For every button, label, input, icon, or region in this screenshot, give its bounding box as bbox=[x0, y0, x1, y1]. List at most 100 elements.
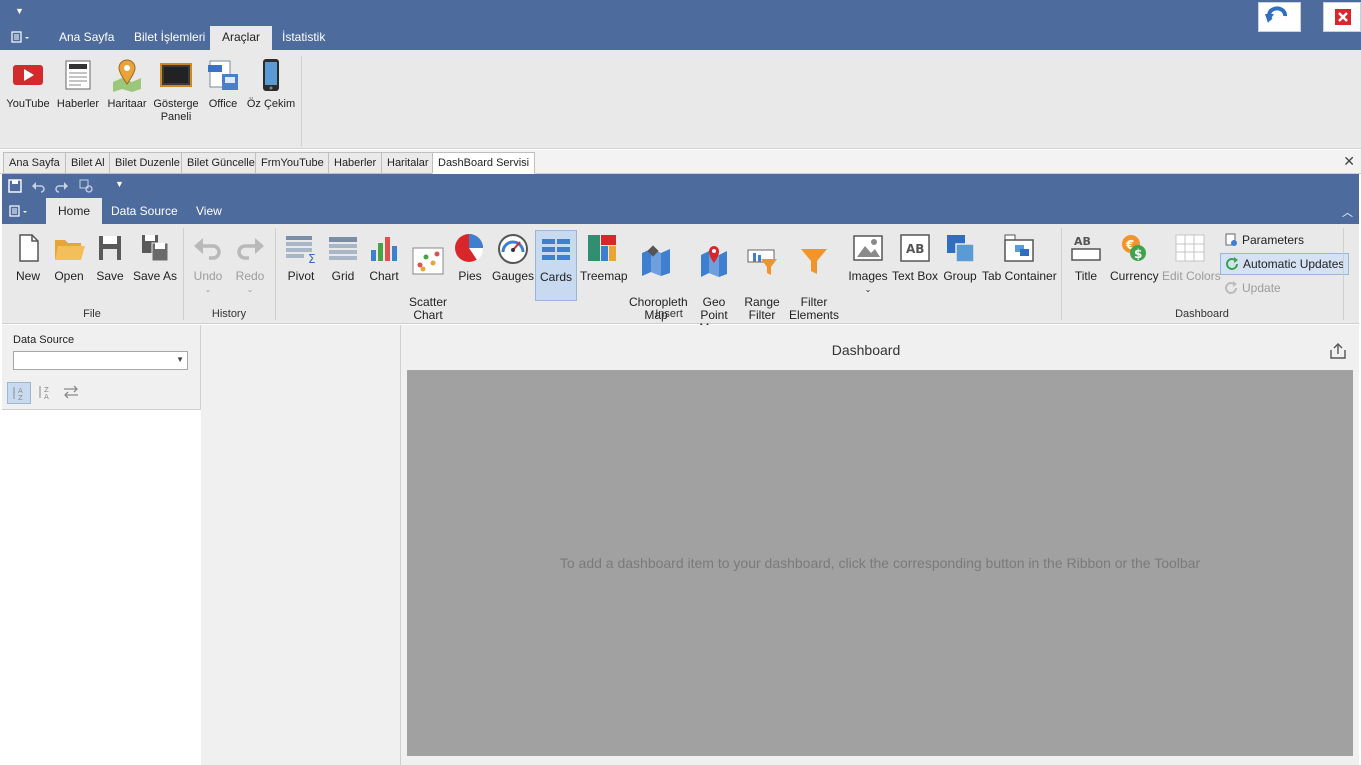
doc-tab-frmyoutube[interactable]: FrmYouTube bbox=[255, 152, 330, 174]
haritaar-button[interactable]: Haritaar bbox=[104, 58, 150, 111]
update-button[interactable]: Update bbox=[1220, 278, 1285, 300]
title-button[interactable]: AB Title bbox=[1068, 232, 1104, 283]
news-icon bbox=[65, 60, 91, 90]
pies-button[interactable]: Pies bbox=[453, 232, 487, 283]
group-button[interactable]: Group bbox=[942, 232, 978, 283]
dashboard-canvas[interactable]: To add a dashboard item to your dashboar… bbox=[407, 370, 1353, 756]
sort-descending-button[interactable]: ZA bbox=[33, 382, 57, 404]
tab-bilet-islemleri[interactable]: Bilet İşlemleri bbox=[122, 26, 217, 50]
currency-button[interactable]: € $ Currency bbox=[1110, 232, 1159, 283]
treemap-button[interactable]: Treemap bbox=[580, 232, 628, 283]
data-source-label: Data Source bbox=[13, 334, 75, 346]
doc-tab-bilet-duzenle[interactable]: Bilet Duzenle bbox=[109, 152, 186, 174]
designer-menu-icon bbox=[9, 205, 27, 217]
redo-small-icon[interactable] bbox=[55, 179, 69, 193]
undo-arrow-icon bbox=[1265, 6, 1287, 23]
export-icon[interactable] bbox=[1329, 342, 1347, 360]
choropleth-map-icon bbox=[642, 245, 670, 276]
tab-view[interactable]: View bbox=[184, 198, 234, 224]
pivot-button[interactable]: Σ Pivot bbox=[282, 232, 320, 283]
tab-home[interactable]: Home bbox=[46, 198, 103, 224]
automatic-updates-button[interactable]: Automatic Updates bbox=[1220, 253, 1350, 275]
tab-container-button[interactable]: Tab Container bbox=[982, 232, 1057, 283]
undo-small-icon[interactable] bbox=[31, 179, 45, 193]
doc-tab-bilet-al[interactable]: Bilet Al bbox=[65, 152, 111, 174]
redo-button[interactable]: Redo ⌄ bbox=[233, 232, 267, 296]
doc-tab-dashboard-servisi[interactable]: DashBoard Servisi bbox=[432, 152, 536, 174]
save-as-icon bbox=[142, 235, 169, 262]
save-as-button[interactable]: Save As bbox=[132, 232, 178, 283]
text-box-icon: AB bbox=[900, 234, 930, 262]
currency-icon: € $ bbox=[1122, 235, 1146, 261]
group-divider bbox=[183, 228, 184, 320]
svg-text:A: A bbox=[44, 393, 49, 401]
doc-tab-bilet-guncelle[interactable]: Bilet Güncelle bbox=[181, 152, 261, 174]
grid-button[interactable]: Grid bbox=[325, 232, 361, 283]
tab-istatistik[interactable]: İstatistik bbox=[270, 26, 337, 50]
close-doc-tab-icon[interactable]: ✕ bbox=[1343, 153, 1355, 170]
gosterge-paneli-button[interactable]: Gösterge Paneli bbox=[152, 58, 200, 124]
doc-tab-haberler[interactable]: Haberler bbox=[328, 152, 383, 174]
refresh-grid-small-icon[interactable] bbox=[79, 179, 93, 193]
field-list[interactable] bbox=[2, 409, 201, 765]
oz-cekim-button[interactable]: Öz Çekim bbox=[246, 58, 296, 111]
open-button[interactable]: Open bbox=[51, 232, 87, 283]
app-menu-button[interactable] bbox=[10, 30, 34, 46]
parameters-button[interactable]: Parameters bbox=[1220, 230, 1308, 252]
sort-ascending-button[interactable]: AZ bbox=[7, 382, 31, 404]
edit-colors-button[interactable]: Edit Colors bbox=[1162, 232, 1221, 283]
save-small-icon[interactable] bbox=[8, 179, 22, 193]
new-button[interactable]: New bbox=[10, 232, 46, 283]
treemap-icon bbox=[588, 235, 616, 261]
tab-araclar[interactable]: Araçlar bbox=[210, 26, 273, 50]
save-button[interactable]: Save bbox=[93, 232, 127, 283]
haberler-button[interactable]: Haberler bbox=[55, 58, 101, 111]
svg-text:Z: Z bbox=[18, 394, 23, 402]
data-source-select[interactable]: ▼ bbox=[13, 351, 188, 370]
app-menu-icon bbox=[11, 31, 29, 43]
designer-app-menu[interactable] bbox=[2, 198, 46, 224]
customize-quick-access-icon[interactable]: ▼ bbox=[115, 179, 124, 189]
office-doc-icon bbox=[208, 60, 238, 90]
text-box-button[interactable]: AB Text Box bbox=[892, 232, 938, 283]
cards-button[interactable]: Cards bbox=[535, 230, 577, 301]
geo-point-map-icon bbox=[701, 246, 727, 277]
doc-tab-ana-sayfa[interactable]: Ana Sayfa bbox=[3, 152, 66, 174]
close-icon bbox=[1335, 9, 1351, 25]
close-window-button[interactable] bbox=[1323, 2, 1361, 32]
scatter-chart-icon bbox=[412, 247, 444, 275]
office-button[interactable]: Office bbox=[204, 58, 242, 111]
undo-button[interactable]: Undo ⌄ bbox=[191, 232, 225, 296]
gauge-icon bbox=[498, 234, 528, 264]
pie-chart-icon bbox=[455, 234, 484, 262]
doc-tab-haritalar[interactable]: Haritalar bbox=[381, 152, 435, 174]
app-title-bar: ▼ Ana Sayfa Bilet İşlemleri Araçlar İsta… bbox=[0, 0, 1361, 50]
empty-dashboard-hint: To add a dashboard item to your dashboar… bbox=[559, 555, 1201, 571]
open-folder-icon bbox=[55, 240, 85, 260]
dashboard-screen-icon bbox=[160, 63, 192, 87]
history-group-label: History bbox=[211, 308, 247, 320]
quick-access-dropdown-icon[interactable]: ▼ bbox=[15, 6, 24, 16]
tab-container-icon bbox=[1004, 234, 1034, 262]
tab-data-source[interactable]: Data Source bbox=[99, 198, 190, 224]
document-tab-strip: Ana Sayfa Bilet Al Bilet Duzenle Bilet G… bbox=[0, 150, 1361, 174]
chart-button[interactable]: Chart bbox=[366, 232, 402, 283]
data-source-pane: Data Source ▼ AZ ZA bbox=[2, 325, 201, 765]
collapse-designer-ribbon-icon[interactable]: ︿ bbox=[1342, 204, 1353, 220]
swap-button[interactable] bbox=[59, 382, 83, 404]
gauges-button[interactable]: Gauges bbox=[492, 232, 534, 283]
images-button[interactable]: Images ⌄ bbox=[848, 232, 888, 296]
youtube-icon bbox=[13, 65, 43, 85]
swap-arrows-icon bbox=[64, 385, 78, 399]
tab-ana-sayfa[interactable]: Ana Sayfa bbox=[47, 26, 126, 50]
youtube-button[interactable]: YouTube bbox=[5, 58, 51, 111]
bar-chart-icon bbox=[371, 237, 397, 261]
filter-funnel-icon bbox=[801, 249, 827, 274]
undo-icon bbox=[194, 238, 221, 260]
pivot-grid-icon: Σ bbox=[286, 236, 316, 264]
designer-title-bar: ▼ Home Data Source View ︿ bbox=[2, 174, 1359, 224]
title-icon: AB bbox=[1071, 235, 1101, 261]
sort-descending-icon: ZA bbox=[39, 386, 49, 401]
dashboard-title[interactable]: Dashboard bbox=[401, 342, 1331, 358]
undo-window-button[interactable] bbox=[1258, 2, 1301, 32]
